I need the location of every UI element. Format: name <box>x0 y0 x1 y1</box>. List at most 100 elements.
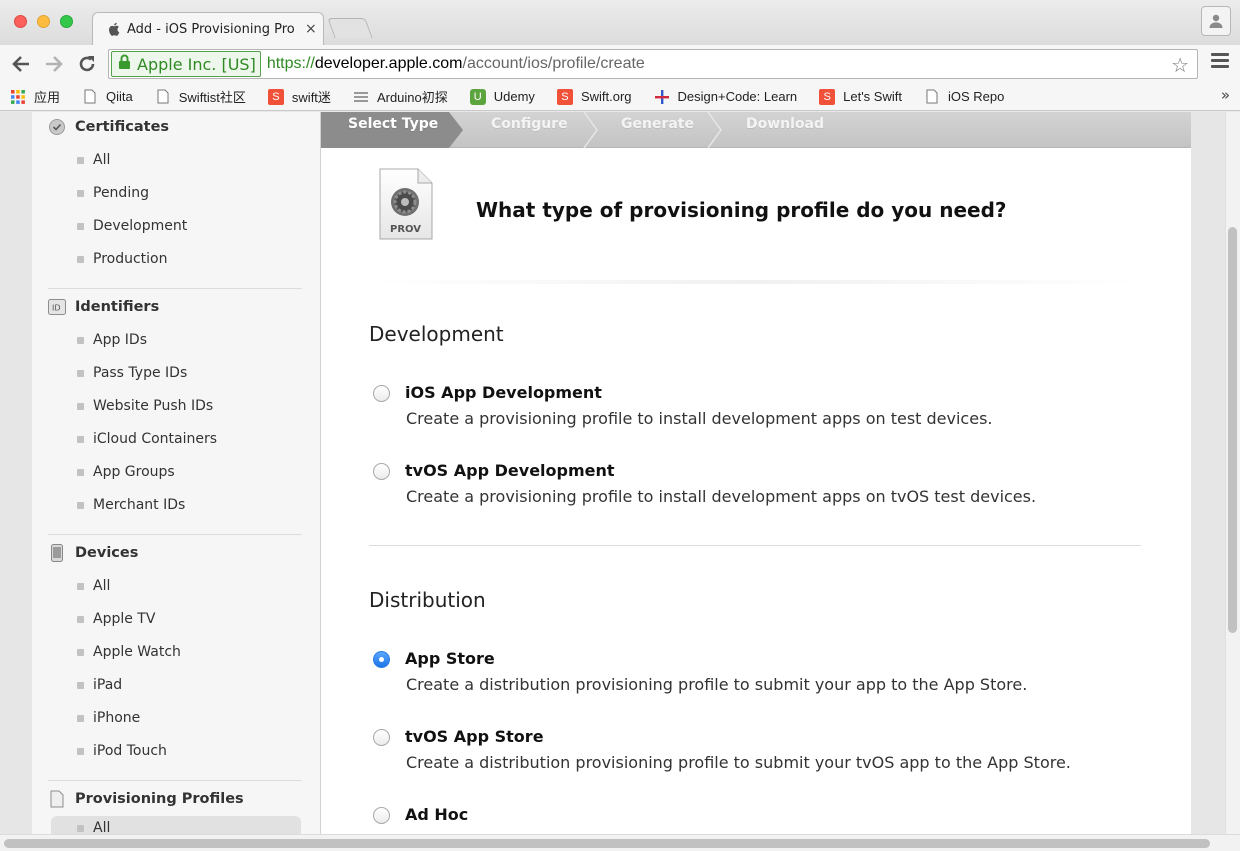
bookmark-label: Swiftist社区 <box>178 90 246 105</box>
bookmark-qiita[interactable]: Qiita <box>82 89 133 105</box>
bookmark-arduino[interactable]: Arduino初探 <box>353 87 448 106</box>
list-icon <box>353 89 369 105</box>
bookmark-label: Design+Code: Learn <box>677 89 798 104</box>
bullet-icon <box>77 615 84 623</box>
sidebar-item-icloud-containers[interactable]: iCloud Containers <box>77 429 217 449</box>
forward-button[interactable] <box>42 52 66 76</box>
sidebar-section-devices[interactable]: Devices <box>48 541 302 565</box>
plus-icon <box>654 89 670 105</box>
bookmark-label: Qiita <box>106 89 133 104</box>
bullet-icon <box>77 156 84 164</box>
sidebar-section-title: Identifiers <box>75 299 160 315</box>
more-bookmarks-icon[interactable]: » <box>1221 86 1230 104</box>
sidebar-section-provisioning-profiles[interactable]: Provisioning Profiles <box>48 787 302 811</box>
sidebar-item-label: Pass Type IDs <box>93 365 188 381</box>
bullet-icon <box>77 501 84 509</box>
document-icon <box>48 790 66 808</box>
bullet-icon <box>77 222 84 230</box>
option-title: iOS App Development <box>405 383 602 402</box>
sidebar-item-label: iCloud Containers <box>93 431 218 447</box>
chrome-menu-icon[interactable] <box>1211 53 1229 71</box>
option-description: Create a provisioning profile to install… <box>406 487 1037 506</box>
sidebar-item-app-ids[interactable]: App IDs <box>77 330 147 350</box>
ev-certificate-badge[interactable]: Apple Inc. [US] <box>111 51 261 77</box>
sidebar-item-development[interactable]: Development <box>77 216 187 236</box>
sidebar-item-website-push-ids[interactable]: Website Push IDs <box>77 396 213 416</box>
sidebar-item-label: Website Push IDs <box>93 398 214 414</box>
bookmark-label: swift迷 <box>291 90 331 105</box>
sidebar-section-identifiers[interactable]: ID Identifiers <box>48 295 302 319</box>
new-tab-button[interactable] <box>327 18 373 38</box>
bookmark-label: Swift.org <box>580 89 632 104</box>
minimize-window-button[interactable] <box>37 15 50 28</box>
bookmark-label: Let's Swift <box>843 89 902 104</box>
address-bar[interactable]: Apple Inc. [US] https://developer.apple.… <box>108 49 1198 79</box>
sidebar-item-devices-all[interactable]: All <box>77 576 110 596</box>
sidebar-item-ipod-touch[interactable]: iPod Touch <box>77 741 167 761</box>
vertical-scrollbar-thumb[interactable] <box>1228 227 1237 633</box>
bookmark-designcode[interactable]: Design+Code: Learn <box>654 89 798 105</box>
sidebar-item-label: Pending <box>93 185 149 201</box>
sidebar-item-label: App Groups <box>93 464 175 480</box>
sidebar-item-app-groups[interactable]: App Groups <box>77 462 175 482</box>
sidebar-item-label: Apple TV <box>93 611 156 627</box>
option-title: App Store <box>405 649 495 668</box>
step-configure: Configure <box>491 116 568 132</box>
profile-button[interactable] <box>1201 6 1231 36</box>
page-question: What type of provisioning profile do you… <box>476 198 1007 222</box>
url-text[interactable]: https://developer.apple.com/account/ios/… <box>267 55 645 73</box>
section-divider <box>369 545 1141 546</box>
browser-titlebar: Add - iOS Provisioning Pro × <box>0 0 1240 45</box>
browser-tab[interactable]: Add - iOS Provisioning Pro × <box>92 12 324 45</box>
bookmark-swiftmi[interactable]: S swift迷 <box>267 87 331 106</box>
zoom-window-button[interactable] <box>60 15 73 28</box>
sidebar-item-apple-tv[interactable]: Apple TV <box>77 609 155 629</box>
sidebar-item-merchant-ids[interactable]: Merchant IDs <box>77 495 185 515</box>
radio-tvos-app-development[interactable] <box>373 463 390 480</box>
svg-text:ID: ID <box>52 304 61 313</box>
bookmark-swift-org[interactable]: S Swift.org <box>556 88 632 105</box>
step-separator-icon <box>707 112 722 148</box>
back-button[interactable] <box>9 52 33 76</box>
section-title-distribution: Distribution <box>369 588 486 612</box>
sidebar: Certificates All Pending Development Pro… <box>32 112 321 834</box>
sidebar-section-certificates[interactable]: Certificates <box>48 115 302 139</box>
sidebar-item-label: App IDs <box>93 332 148 348</box>
sidebar-item-certificates-all[interactable]: All <box>77 150 110 170</box>
sidebar-item-ipad[interactable]: iPad <box>77 675 122 695</box>
radio-tvos-app-store[interactable] <box>373 729 390 746</box>
sidebar-item-production[interactable]: Production <box>77 249 167 269</box>
bullet-icon <box>77 714 84 722</box>
forward-arrow-icon <box>46 56 63 72</box>
radio-ad-hoc[interactable] <box>373 807 390 824</box>
bullet-icon <box>77 369 84 377</box>
sidebar-divider <box>48 288 302 289</box>
sidebar-item-label: Development <box>93 218 188 234</box>
sidebar-item-apple-watch[interactable]: Apple Watch <box>77 642 181 662</box>
tab-close-icon[interactable]: × <box>305 21 317 37</box>
bookmark-swiftist[interactable]: Swiftist社区 <box>155 87 246 106</box>
close-window-button[interactable] <box>14 15 27 28</box>
step-progress-bar: Select Type Configure Generate Download <box>321 112 1191 148</box>
bookmark-apps[interactable]: 应用 <box>10 87 60 106</box>
bullet-icon <box>77 824 84 832</box>
horizontal-scrollbar[interactable] <box>0 834 1240 851</box>
bookmark-udemy[interactable]: U Udemy <box>469 88 535 105</box>
radio-ios-app-development[interactable] <box>373 385 390 402</box>
sidebar-item-profiles-all[interactable]: All <box>51 816 301 834</box>
reload-button[interactable] <box>75 52 99 76</box>
page-icon <box>155 89 171 105</box>
bookmark-lets-swift[interactable]: S Let's Swift <box>819 88 902 105</box>
step-select-type: Select Type <box>321 112 463 148</box>
bookmark-ios-repo[interactable]: iOS Repo <box>924 89 1004 105</box>
bookmark-star-icon[interactable]: ☆ <box>1171 53 1189 77</box>
radio-app-store[interactable] <box>373 651 390 668</box>
option-description: Create a distribution provisioning profi… <box>406 675 1028 694</box>
sidebar-item-pass-type-ids[interactable]: Pass Type IDs <box>77 363 187 383</box>
horizontal-scrollbar-thumb[interactable] <box>4 839 1210 848</box>
reload-icon <box>79 56 95 72</box>
section-title-development: Development <box>369 322 504 346</box>
udemy-icon: U <box>469 88 486 105</box>
sidebar-item-pending[interactable]: Pending <box>77 183 149 203</box>
sidebar-item-iphone[interactable]: iPhone <box>77 708 140 728</box>
